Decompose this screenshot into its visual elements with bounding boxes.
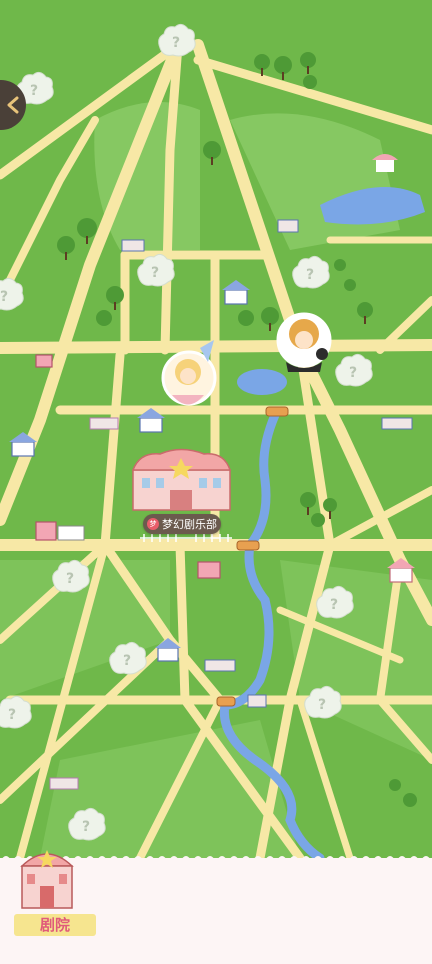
svg-text:?: ? xyxy=(82,819,90,835)
location-label-text: 梦幻剧乐部 xyxy=(162,518,217,531)
theater-building[interactable] xyxy=(131,448,232,511)
bridge xyxy=(236,540,260,551)
svg-text:?: ? xyxy=(349,365,357,381)
svg-text:?: ? xyxy=(66,571,74,587)
svg-text:?: ? xyxy=(330,597,338,613)
house-icon xyxy=(35,354,53,368)
svg-text:?: ? xyxy=(172,35,180,51)
theater-icon xyxy=(20,850,74,909)
tab-theater-label: 剧院 xyxy=(14,914,96,936)
svg-text:?: ? xyxy=(318,697,326,713)
svg-text:?: ? xyxy=(30,83,38,99)
house-icon xyxy=(197,561,221,579)
pond xyxy=(237,369,287,395)
svg-text:?: ? xyxy=(151,265,159,281)
location-label-dream-club[interactable]: 梦 梦幻剧乐部 xyxy=(143,514,221,534)
tab-theater[interactable]: 剧院 xyxy=(12,840,96,940)
bridge xyxy=(216,696,236,707)
bridge xyxy=(265,406,289,417)
svg-text:?: ? xyxy=(8,707,16,723)
svg-text:?: ? xyxy=(123,653,131,669)
chevron-left-icon xyxy=(7,96,19,114)
city-map[interactable]: ? ? ? ? ? ? ? ? ? ? ? ? xyxy=(0,0,432,964)
svg-text:?: ? xyxy=(306,267,314,283)
club-badge-icon: 梦 xyxy=(147,518,159,530)
svg-text:?: ? xyxy=(0,289,8,305)
